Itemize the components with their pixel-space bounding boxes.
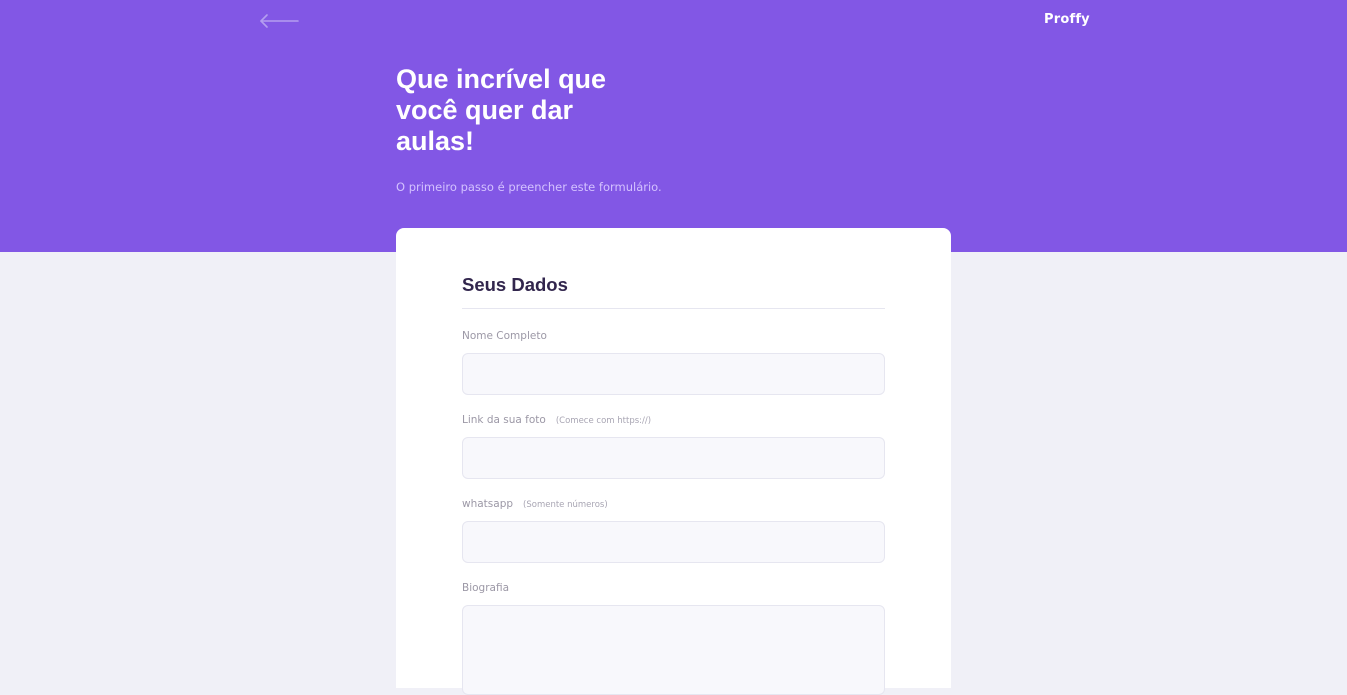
bio-label-text: Biografia bbox=[462, 582, 510, 594]
whatsapp-input[interactable] bbox=[462, 521, 885, 563]
avatar-hint: (Comece com https://) bbox=[555, 416, 652, 426]
whatsapp-hint: (Somente números) bbox=[523, 500, 608, 510]
field-whatsapp: whatsapp (Somente números) bbox=[462, 497, 885, 563]
name-input[interactable] bbox=[462, 353, 885, 395]
logo: Proffy bbox=[1044, 12, 1090, 27]
avatar-label-text: Link da sua foto bbox=[462, 414, 546, 426]
form-card: Seus Dados Nome Completo Link da sua fot… bbox=[396, 228, 951, 695]
bio-textarea[interactable] bbox=[462, 605, 885, 695]
back-button[interactable] bbox=[258, 11, 300, 31]
avatar-input[interactable] bbox=[462, 437, 885, 479]
field-avatar: Link da sua foto (Comece com https://) bbox=[462, 413, 885, 479]
whatsapp-label: whatsapp (Somente números) bbox=[462, 497, 885, 511]
page-title: Que incrível que você quer dar aulas! bbox=[396, 64, 607, 156]
name-label: Nome Completo bbox=[462, 329, 885, 343]
teacher-form: Seus Dados Nome Completo Link da sua fot… bbox=[462, 274, 885, 695]
avatar-label: Link da sua foto (Comece com https://) bbox=[462, 413, 885, 427]
field-name: Nome Completo bbox=[462, 329, 885, 395]
form-legend: Seus Dados bbox=[462, 274, 885, 309]
bio-label: Biografia bbox=[462, 581, 885, 595]
page-subtitle: O primeiro passo é preencher este formul… bbox=[396, 180, 662, 194]
name-label-text: Nome Completo bbox=[462, 330, 547, 342]
field-bio: Biografia bbox=[462, 581, 885, 695]
whatsapp-label-text: whatsapp bbox=[462, 498, 514, 510]
page-header: Proffy Que incrível que você quer dar au… bbox=[0, 0, 1347, 252]
arrow-left-icon bbox=[260, 14, 299, 28]
